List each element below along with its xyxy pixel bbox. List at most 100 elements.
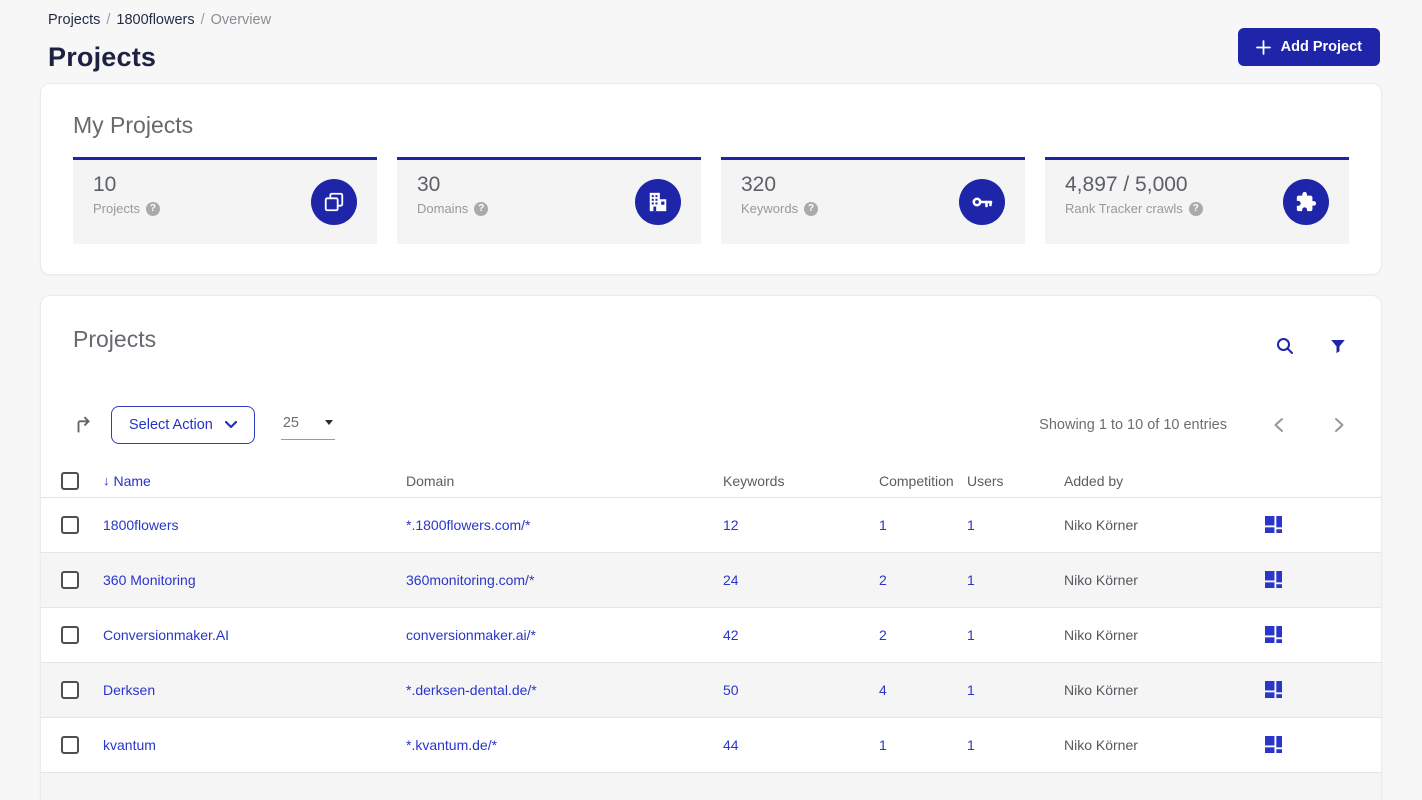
column-header-competition[interactable]: Competition (879, 473, 967, 489)
project-domain-link[interactable]: *.1800flowers.com/* (406, 517, 723, 533)
crawls-stat-label: Rank Tracker crawls (1065, 201, 1183, 216)
next-page-icon[interactable] (1330, 413, 1349, 437)
dashboard-icon[interactable] (1263, 679, 1284, 700)
users-count-link[interactable]: 1 (967, 627, 1064, 643)
page: Projects / 1800flowers / Overview Projects A… (0, 0, 1422, 800)
page-title: Projects (48, 42, 157, 72)
key-icon (959, 179, 1005, 225)
filter-icon[interactable] (1327, 335, 1349, 357)
project-domain-link[interactable]: conversionmaker.ai/* (406, 627, 723, 643)
row-checkbox[interactable] (61, 571, 79, 589)
competition-count-link[interactable]: 4 (879, 682, 967, 698)
added-by-text: Niko Körner (1064, 572, 1138, 588)
users-count-link[interactable]: 1 (967, 682, 1064, 698)
breadcrumb: Projects / 1800flowers / Overview (48, 12, 1374, 28)
users-count-link[interactable]: 1 (967, 737, 1064, 753)
help-icon[interactable]: ? (145, 201, 160, 216)
column-header-name[interactable]: ↓ Name (103, 473, 406, 489)
column-header-added-by[interactable]: Added by (1064, 473, 1263, 489)
competition-count-link[interactable]: 1 (879, 737, 967, 753)
table-header-row: ↓ Name Domain Keywords Competition Users… (41, 464, 1381, 498)
select-action-label: Select Action (129, 417, 213, 433)
help-icon[interactable]: ? (1188, 201, 1203, 216)
keywords-count-link[interactable]: 12 (723, 517, 879, 533)
building-icon (635, 179, 681, 225)
keywords-count-link[interactable]: 50 (723, 682, 879, 698)
table-row: 1800flowers *.1800flowers.com/* 12 1 1 N… (41, 498, 1381, 553)
breadcrumb-separator: / (106, 12, 111, 28)
stat-card-crawls: 4,897 / 5,000 Rank Tracker crawls ? (1045, 157, 1349, 244)
table-controls: Select Action 25 Showing 1 to 10 of 10 e… (41, 406, 1381, 444)
search-icon[interactable] (1273, 334, 1297, 358)
plus-icon (1255, 39, 1271, 55)
my-projects-card: My Projects 10 Projects ? 30 Domains ? 3… (40, 83, 1382, 275)
dashboard-icon[interactable] (1263, 569, 1284, 590)
row-checkbox[interactable] (61, 626, 79, 644)
caret-down-icon (324, 420, 333, 425)
dashboard-icon[interactable] (1263, 514, 1284, 535)
prev-page-icon[interactable] (1269, 413, 1288, 437)
panel-tools (1273, 326, 1349, 358)
domains-stat-label: Domains (417, 201, 469, 216)
dashboard-icon[interactable] (1263, 734, 1284, 755)
dashboard-icon[interactable] (1263, 624, 1284, 645)
project-name-link[interactable]: Derksen (103, 682, 406, 698)
stat-card-projects: 10 Projects ? (73, 157, 377, 244)
added-by-text: Niko Körner (1064, 737, 1138, 753)
breadcrumb-projects[interactable]: Projects (48, 12, 100, 28)
projects-copy-icon (311, 179, 357, 225)
project-name-link[interactable]: 360 Monitoring (103, 572, 406, 588)
table-row: Conversionmaker.AI conversionmaker.ai/* … (41, 608, 1381, 663)
table-row: 360 Monitoring 360monitoring.com/* 24 2 … (41, 553, 1381, 608)
table-row: kvantum *.kvantum.de/* 44 1 1 Niko Körne… (41, 718, 1381, 773)
column-header-keywords[interactable]: Keywords (723, 473, 879, 489)
export-arrow-icon[interactable] (73, 414, 95, 436)
stat-card-keywords: 320 Keywords ? (721, 157, 1025, 244)
column-header-users[interactable]: Users (967, 473, 1064, 489)
page-size-select[interactable]: 25 (280, 410, 335, 440)
showing-entries-text: Showing 1 to 10 of 10 entries (1039, 417, 1227, 433)
row-checkbox[interactable] (61, 516, 79, 534)
stat-card-domains: 30 Domains ? (397, 157, 701, 244)
keywords-count-link[interactable]: 42 (723, 627, 879, 643)
project-domain-link[interactable]: *.derksen-dental.de/* (406, 682, 723, 698)
page-header: Projects / 1800flowers / Overview Projects A… (40, 0, 1382, 73)
row-checkbox[interactable] (61, 736, 79, 754)
table-row (41, 773, 1381, 800)
keywords-stat-label: Keywords (741, 201, 799, 216)
sort-descending-icon: ↓ (103, 473, 110, 488)
project-name-link[interactable]: 1800flowers (103, 517, 406, 533)
stats-row: 10 Projects ? 30 Domains ? 320 Keywords … (73, 157, 1349, 244)
table-row: Derksen *.derksen-dental.de/* 50 4 1 Nik… (41, 663, 1381, 718)
select-action-dropdown[interactable]: Select Action (111, 406, 255, 444)
projects-stat-label: Projects (93, 201, 140, 216)
added-by-text: Niko Körner (1064, 627, 1138, 643)
users-count-link[interactable]: 1 (967, 572, 1064, 588)
project-name-link[interactable]: Conversionmaker.AI (103, 627, 406, 643)
breadcrumb-separator: / (200, 12, 205, 28)
row-checkbox[interactable] (61, 681, 79, 699)
add-project-button[interactable]: Add Project (1237, 28, 1380, 66)
column-header-domain[interactable]: Domain (406, 473, 723, 489)
added-by-text: Niko Körner (1064, 682, 1138, 698)
my-projects-title: My Projects (73, 112, 194, 138)
breadcrumb-1800flowers[interactable]: 1800flowers (116, 12, 194, 28)
added-by-text: Niko Körner (1064, 517, 1138, 533)
help-icon[interactable]: ? (804, 201, 819, 216)
projects-table: ↓ Name Domain Keywords Competition Users… (41, 464, 1381, 800)
project-domain-link[interactable]: *.kvantum.de/* (406, 737, 723, 753)
competition-count-link[interactable]: 1 (879, 517, 967, 533)
chevron-down-icon (224, 420, 237, 429)
projects-panel-title: Projects (73, 326, 157, 352)
project-name-link[interactable]: kvantum (103, 737, 406, 753)
users-count-link[interactable]: 1 (967, 517, 1064, 533)
project-domain-link[interactable]: 360monitoring.com/* (406, 572, 723, 588)
puzzle-icon (1283, 179, 1329, 225)
help-icon[interactable]: ? (474, 201, 489, 216)
keywords-count-link[interactable]: 44 (723, 737, 879, 753)
keywords-count-link[interactable]: 24 (723, 572, 879, 588)
competition-count-link[interactable]: 2 (879, 627, 967, 643)
select-all-checkbox[interactable] (61, 471, 79, 490)
breadcrumb-overview: Overview (210, 12, 272, 28)
competition-count-link[interactable]: 2 (879, 572, 967, 588)
